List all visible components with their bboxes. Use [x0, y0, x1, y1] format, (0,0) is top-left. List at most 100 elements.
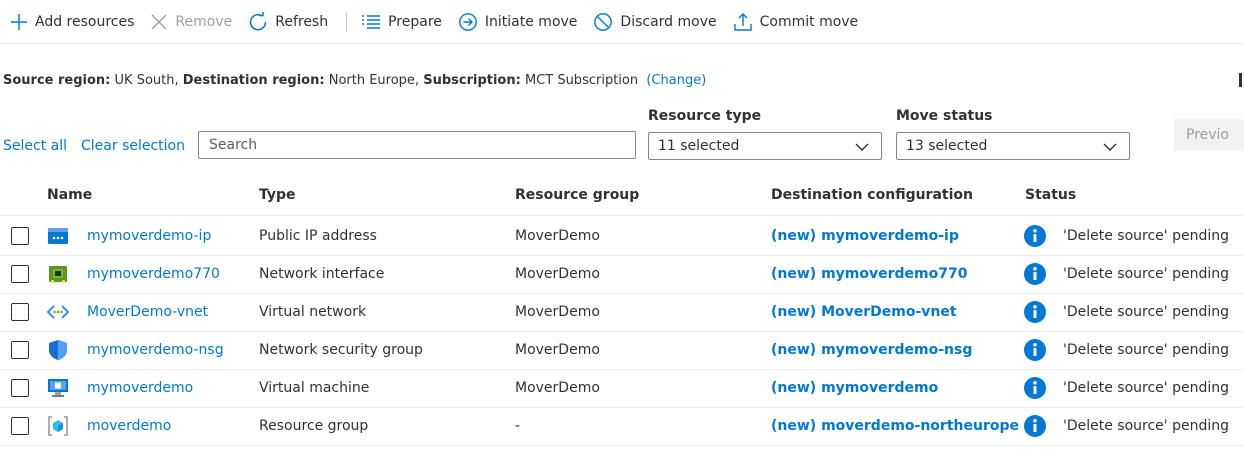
initiate-move-button[interactable]: Initiate move [458, 12, 578, 32]
resource-group-cell: - [515, 418, 521, 434]
add-resources-label: Add resources [35, 13, 135, 30]
resource-type-cell: Virtual machine [259, 380, 370, 396]
previous-button[interactable]: Previo [1174, 119, 1244, 151]
resource-group-cell: MoverDemo [515, 342, 600, 358]
refresh-button[interactable]: Refresh [248, 11, 329, 32]
status-text: 'Delete source' pending [1063, 228, 1229, 244]
info-icon [1024, 339, 1046, 361]
table-row: mymoverdemo-nsg Network security group M… [0, 332, 1244, 370]
source-region-value: UK South, [114, 73, 179, 88]
resource-type-dropdown[interactable]: 11 selected [648, 132, 882, 160]
destination-config-link[interactable]: (new) moverdemo-northeurope [771, 418, 1019, 434]
row-checkbox[interactable] [11, 227, 29, 245]
status-text: 'Delete source' pending [1063, 304, 1229, 320]
discard-move-label: Discard move [620, 13, 717, 30]
row-divider [0, 445, 1244, 446]
shield-icon [49, 340, 67, 360]
column-header-destination[interactable]: Destination configuration [771, 187, 973, 203]
chevron-down-icon [855, 143, 869, 151]
column-header-type[interactable]: Type [259, 187, 296, 203]
row-checkbox[interactable] [11, 341, 29, 359]
subscription-label: Subscription: [423, 73, 521, 88]
resource-name-link[interactable]: moverdemo [87, 418, 171, 434]
remove-button[interactable]: Remove [150, 13, 232, 31]
list-icon [362, 14, 381, 29]
resource-name-link[interactable]: mymoverdemo [87, 380, 193, 396]
table-row: mymoverdemo770 Network interface MoverDe… [0, 256, 1244, 294]
commit-move-button[interactable]: Commit move [733, 12, 859, 32]
virtual-network-icon [47, 305, 69, 319]
resource-type-cell: Virtual network [259, 304, 367, 320]
table-row: mymoverdemo-ip Public IP address MoverDe… [0, 218, 1244, 256]
resource-type-label: Resource type [648, 108, 762, 124]
resource-type-cell: Network security group [259, 342, 423, 358]
destination-config-link[interactable]: (new) mymoverdemo-ip [771, 228, 959, 244]
public-ip-icon [48, 228, 68, 244]
row-checkbox[interactable] [11, 379, 29, 397]
virtual-machine-icon [48, 379, 68, 397]
destination-config-link[interactable]: (new) mymoverdemo [771, 380, 938, 396]
resource-group-cell: MoverDemo [515, 228, 600, 244]
command-bar: Add resources Remove Refresh Prepare Ini… [0, 0, 1244, 44]
prepare-button[interactable]: Prepare [361, 13, 442, 31]
info-icon [1024, 301, 1046, 323]
change-link[interactable]: (Change) [646, 73, 706, 88]
column-header-name[interactable]: Name [47, 187, 92, 203]
header-divider [0, 215, 1244, 216]
select-all-link[interactable]: Select all [3, 138, 67, 154]
remove-label: Remove [175, 13, 233, 30]
row-checkbox[interactable] [11, 265, 29, 283]
resource-type-cell: Resource group [259, 418, 369, 434]
resource-name-link[interactable]: mymoverdemo-nsg [87, 342, 224, 358]
row-checkbox[interactable] [11, 303, 29, 321]
search-input[interactable] [198, 131, 636, 159]
info-icon [1024, 263, 1046, 285]
resource-group-cell: MoverDemo [515, 380, 600, 396]
resource-group-cell: MoverDemo [515, 266, 600, 282]
status-text: 'Delete source' pending [1063, 266, 1229, 282]
truncated-edge-mark [1239, 73, 1242, 87]
move-status-label: Move status [896, 108, 993, 124]
subscription-value: MCT Subscription [524, 73, 639, 88]
add-resources-button[interactable]: Add resources [10, 13, 134, 31]
toolbar-divider [346, 11, 348, 32]
resource-name-link[interactable]: MoverDemo-vnet [87, 304, 208, 320]
table-row: moverdemo Resource group - (new) moverde… [0, 408, 1244, 446]
resource-type-cell: Public IP address [259, 228, 377, 244]
plus-icon [11, 13, 27, 30]
chevron-down-icon [1103, 143, 1117, 151]
destination-config-link[interactable]: (new) mymoverdemo-nsg [771, 342, 972, 358]
prepare-label: Prepare [388, 13, 442, 30]
initiate-move-label: Initiate move [484, 13, 578, 30]
resource-name-link[interactable]: mymoverdemo770 [87, 266, 220, 282]
move-summary: Source region: UK South, Destination reg… [3, 73, 706, 88]
clear-selection-link[interactable]: Clear selection [81, 138, 185, 154]
table-row: MoverDemo-vnet Virtual network MoverDemo… [0, 294, 1244, 332]
commit-move-label: Commit move [759, 13, 859, 30]
status-text: 'Delete source' pending [1063, 418, 1229, 434]
row-checkbox[interactable] [11, 417, 29, 435]
arrow-circle-icon [459, 12, 477, 31]
refresh-icon [250, 11, 267, 30]
column-header-status[interactable]: Status [1025, 187, 1076, 203]
destination-config-link[interactable]: (new) mymoverdemo770 [771, 266, 967, 282]
info-icon [1024, 225, 1046, 247]
resource-type-cell: Network interface [259, 266, 385, 282]
resource-type-value: 11 selected [658, 138, 740, 154]
discard-move-button[interactable]: Discard move [593, 12, 717, 32]
resource-group-icon [48, 416, 68, 436]
column-header-resource-group[interactable]: Resource group [515, 187, 639, 203]
network-interface-icon [49, 266, 67, 283]
resource-group-cell: MoverDemo [515, 304, 600, 320]
cancel-circle-icon [594, 12, 613, 31]
upload-tray-icon [733, 12, 752, 31]
destination-region-value: North Europe, [328, 73, 420, 88]
refresh-label: Refresh [275, 13, 329, 30]
info-icon [1024, 377, 1046, 399]
previous-label: Previo [1186, 127, 1229, 143]
destination-config-link[interactable]: (new) MoverDemo-vnet [771, 304, 957, 320]
resource-name-link[interactable]: mymoverdemo-ip [87, 228, 211, 244]
move-status-dropdown[interactable]: 13 selected [896, 132, 1130, 160]
status-text: 'Delete source' pending [1063, 380, 1229, 396]
close-icon [151, 14, 167, 29]
